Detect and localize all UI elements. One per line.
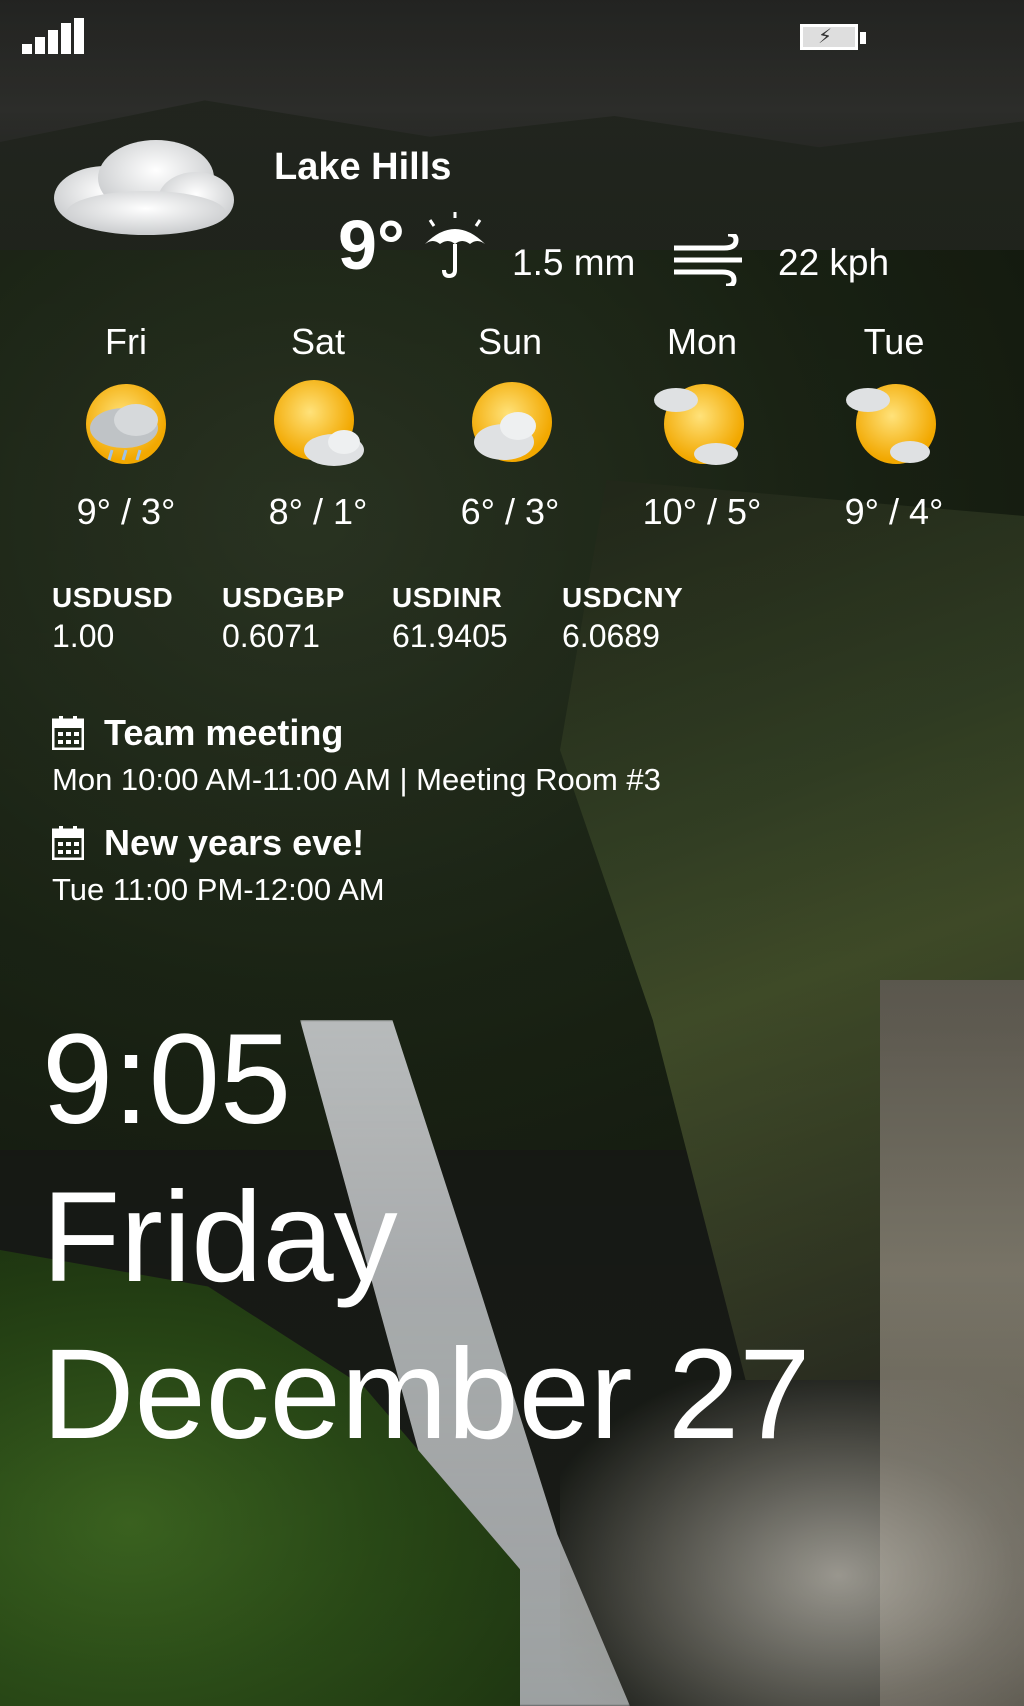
forecast-day: Mon 10° / 5° [606,318,798,533]
currency-rate: 61.9405 [392,618,508,654]
clock-time: 9:05 [42,1008,292,1151]
currency-rates: USDUSD 1.00 USDGBP 0.6071 USDINR 61.9405… [52,582,732,655]
forecast-temps: 8° / 1° [268,491,368,532]
forecast-day-name: Sat [290,321,346,362]
current-temperature: 9° [338,206,405,284]
signal-bars-icon [22,18,86,54]
clock-day: Friday [42,1166,398,1309]
wind-speed-value: 22 kph [778,242,890,283]
forecast-day-name: Sun [477,321,543,362]
sun-cloud-icon [472,382,552,462]
currency-rate: 0.6071 [222,618,320,654]
forecast-day-name: Fri [105,321,147,362]
forecast-day: Sat 8° / 1° [222,318,414,533]
forecast-day-name: Tue [863,321,925,362]
event-title: Team meeting [104,712,344,753]
forecast-temps: 9° / 4° [844,491,944,532]
wind-icon [674,234,742,286]
weather-location: Lake Hills [274,146,452,188]
event-title: New years eve! [104,822,365,863]
forecast-temps: 9° / 3° [76,491,176,532]
event-detail: Tue 11:00 PM-12:00 AM [52,872,385,907]
forecast-day: Fri 9° / 3° [30,318,222,533]
currency-code: USDGBP [222,582,345,613]
sun-cloud-icon [274,380,364,466]
umbrella-rain-icon [425,212,485,279]
currency-item: USDUSD 1.00 [52,582,222,655]
currency-item: USDINR 61.9405 [392,582,562,655]
currency-item: USDGBP 0.6071 [222,582,392,655]
calendar-icon [52,826,84,860]
currency-code: USDCNY [562,582,684,613]
currency-item: USDCNY 6.0689 [562,582,732,655]
cloud-icon [54,140,234,235]
currency-rate: 6.0689 [562,618,660,654]
forecast-day: Tue 9° / 4° [798,318,990,533]
currency-code: USDINR [392,582,503,613]
precipitation-value: 1.5 mm [512,242,636,283]
calendar-event: Team meeting Mon 10:00 AM-11:00 AM | Mee… [52,712,661,798]
sun-clouds-icon [654,384,744,465]
calendar-event: New years eve! Tue 11:00 PM-12:00 AM [52,822,385,908]
forecast-day-name: Mon [666,321,738,362]
battery-charging-icon: ⚡ [800,22,870,54]
forecast-day: Sun 6° / 3° [414,318,606,533]
currency-code: USDUSD [52,582,174,613]
currency-rate: 1.00 [52,618,115,654]
sun-cloud-rain-icon [86,384,166,464]
clock-date: December 27 [42,1323,811,1466]
sun-clouds-icon [846,384,936,464]
forecast-temps: 6° / 3° [460,491,560,532]
calendar-icon [52,716,84,750]
forecast-temps: 10° / 5° [642,491,762,532]
event-detail: Mon 10:00 AM-11:00 AM | Meeting Room #3 [52,762,661,797]
forecast-row: Fri 9° / 3° Sat 8° / 1° Sun 6° / 3° Mon … [30,318,994,533]
